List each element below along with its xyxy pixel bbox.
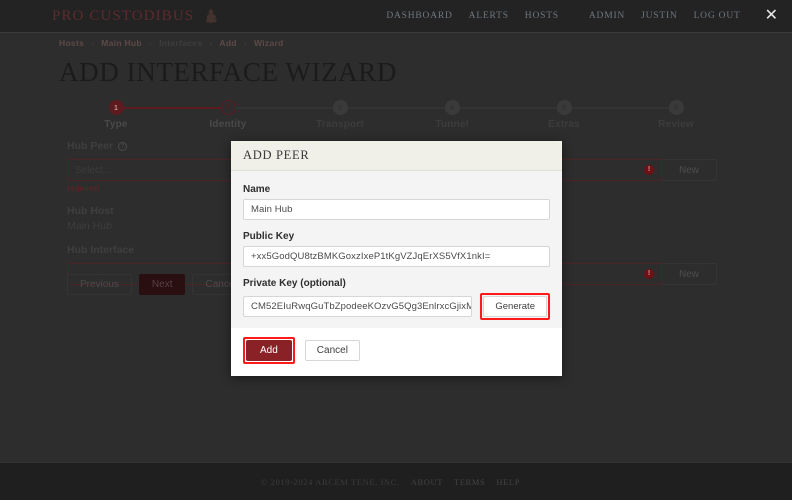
nav-item-log-out[interactable]: LOG OUT <box>694 11 741 21</box>
modal-body: Name Main Hub Public Key +xx5GodQU8tzBMK… <box>231 171 562 328</box>
help-icon[interactable]: ? <box>118 141 128 151</box>
hub-peer-label-text: Hub Peer <box>67 140 114 152</box>
wizard-stepper: 1 Type 2 Identity 3 Transport 4 Tunnel 5… <box>59 100 733 134</box>
step-label: Tunnel <box>435 119 469 130</box>
nav-item-admin[interactable]: ADMIN <box>589 11 625 21</box>
public-key-label: Public Key <box>243 231 295 242</box>
add-button[interactable]: Add <box>246 340 292 361</box>
name-label: Name <box>243 184 271 195</box>
wizard-step-transport[interactable]: 3 Transport <box>295 100 385 130</box>
wizard-nav-buttons: Previous Next Cancel <box>67 274 250 295</box>
step-number: 6 <box>668 100 684 115</box>
brand-name: PRO CUSTODIBUS <box>52 7 195 24</box>
page-footer: © 2019-2024 ARCEM TENE, INC. ABOUT TERMS… <box>0 462 792 500</box>
wizard-step-identity[interactable]: 2 Identity <box>183 100 273 130</box>
breadcrumb-separator: › <box>209 38 213 48</box>
next-button[interactable]: Next <box>138 274 186 295</box>
breadcrumb-separator: › <box>91 38 95 48</box>
hub-peer-select-placeholder: Select... <box>75 164 112 176</box>
footer-link-about[interactable]: ABOUT <box>411 477 443 487</box>
public-key-input[interactable]: +xx5GodQU8tzBMKGoxzIxeP1tKgVZJqErXS5VfX1… <box>243 246 550 267</box>
breadcrumb-item-main-hub[interactable]: Main Hub <box>101 38 142 48</box>
add-peer-modal: ADD PEER Name Main Hub Public Key +xx5Go… <box>231 141 562 376</box>
step-label: Type <box>104 119 128 130</box>
step-label: Identity <box>209 119 247 130</box>
step-label: Extras <box>548 119 580 130</box>
breadcrumb-separator: › <box>148 38 153 48</box>
error-icon: ! <box>644 269 654 279</box>
nav-item-justin[interactable]: JUSTIN <box>641 11 677 21</box>
private-key-row: CM52EIuRwqGuTbZpodeeKOzvG5Qg3EnlrxcGjixM… <box>243 293 550 320</box>
breadcrumb-item-add[interactable]: Add <box>219 38 236 48</box>
step-label: Transport <box>316 119 364 130</box>
nav-item-alerts[interactable]: ALERTS <box>469 11 509 21</box>
step-label: Review <box>658 119 694 130</box>
hub-peer-new-button[interactable]: New <box>662 159 717 181</box>
error-icon: ! <box>644 165 654 175</box>
footer-link-terms[interactable]: TERMS <box>454 477 485 487</box>
step-number: 4 <box>444 100 460 115</box>
private-key-input[interactable]: CM52EIuRwqGuTbZpodeeKOzvG5Qg3EnlrxcGjixM… <box>243 296 473 317</box>
nav-item-dashboard[interactable]: DASHBOARD <box>386 11 452 21</box>
close-icon[interactable]: ✕ <box>765 8 778 24</box>
private-key-label: Private Key (optional) <box>243 278 346 289</box>
wizard-step-review[interactable]: 6 Review <box>631 100 721 130</box>
breadcrumb-item-hosts[interactable]: Hosts <box>59 38 84 48</box>
stepper-progress-bar <box>116 107 228 109</box>
hub-interface-new-button[interactable]: New <box>662 263 717 285</box>
breadcrumb-item-interfaces[interactable]: Interfaces <box>159 38 202 48</box>
wizard-step-extras[interactable]: 5 Extras <box>519 100 609 130</box>
generate-button-highlight: Generate <box>480 293 550 320</box>
app-page: PRO CUSTODIBUS DASHBOARD ALERTS HOSTS AD… <box>0 0 792 500</box>
generate-button[interactable]: Generate <box>483 296 547 317</box>
copyright-text: © 2019-2024 ARCEM TENE, INC. <box>260 476 400 487</box>
hub-host-label-text: Hub Host <box>67 205 114 217</box>
brand-logo[interactable]: PRO CUSTODIBUS <box>52 7 220 25</box>
step-number: 5 <box>556 100 572 115</box>
tree-crest-icon <box>202 7 220 25</box>
step-number: 3 <box>332 100 348 115</box>
hub-interface-label-text: Hub Interface <box>67 244 135 256</box>
breadcrumb-separator: › <box>243 38 247 48</box>
step-number: 1 <box>108 100 124 115</box>
breadcrumb: Hosts › Main Hub › Interfaces › Add › Wi… <box>59 38 284 48</box>
wizard-step-tunnel[interactable]: 4 Tunnel <box>407 100 497 130</box>
modal-title: ADD PEER <box>231 141 562 171</box>
top-header-bar: PRO CUSTODIBUS DASHBOARD ALERTS HOSTS AD… <box>0 0 792 33</box>
step-number: 2 <box>220 100 236 115</box>
nav-item-hosts[interactable]: HOSTS <box>525 11 559 21</box>
add-button-highlight: Add <box>243 337 295 364</box>
page-title: ADD INTERFACE WIZARD <box>59 57 397 87</box>
main-navigation: DASHBOARD ALERTS HOSTS ADMIN JUSTIN LOG … <box>386 8 792 24</box>
wizard-step-type[interactable]: 1 Type <box>71 100 161 130</box>
breadcrumb-item-wizard[interactable]: Wizard <box>254 38 284 48</box>
footer-link-help[interactable]: HELP <box>496 477 520 487</box>
name-input[interactable]: Main Hub <box>243 199 550 220</box>
previous-button[interactable]: Previous <box>67 274 132 295</box>
modal-footer: Add Cancel <box>231 328 562 376</box>
modal-cancel-button[interactable]: Cancel <box>304 340 360 361</box>
